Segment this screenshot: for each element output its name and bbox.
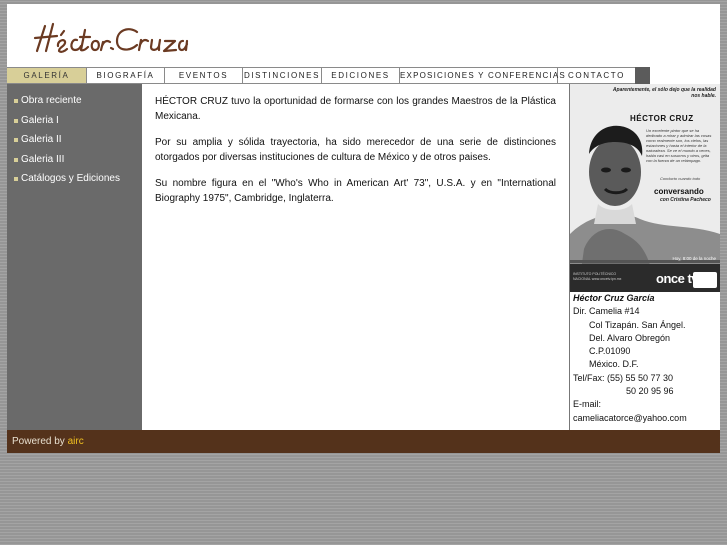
sidebar-item-label: Catálogos y Ediciones [21,173,120,184]
contact-info: Héctor Cruz García Dir. Camelia #14 Col … [570,292,720,425]
contact-phone-2: 50 20 95 96 [626,386,674,397]
poster-host: con Cristina Pacheco [660,197,711,203]
distinctions-paragraph: Por su amplia y sólida trayectoria, ha s… [155,137,556,163]
bullet-icon [14,157,18,162]
powered-by-link[interactable]: airc [68,436,84,447]
contact-phone: Tel/Fax: (55) 55 50 77 30 [573,372,674,383]
bullet-icon [14,99,18,103]
nav-eventos[interactable]: EVENTOS [165,68,243,83]
bullet-icon [14,177,18,181]
sidebar: Obra reciente Galeria I Galeria II Galer… [7,84,142,430]
tv-poster-image: Aparentemente, el sólo dejo que la reali… [570,84,720,292]
hector-cruz-logo[interactable] [33,20,203,56]
contact-address-colony: Col Tizapán. San Ángel. [589,319,686,330]
page-container: GALERÍA BIOGRAFÍA EVENTOS DISTINCIONES E… [7,4,720,453]
nav-ediciones[interactable]: EDICIONES [322,68,400,83]
right-column: Aparentemente, el sólo dejo que la reali… [569,84,720,430]
sidebar-item-label: Obra reciente [21,95,82,106]
poster-name: HÉCTOR CRUZ [630,114,694,123]
footer: Powered by airc [7,430,720,453]
main-content: HÉCTOR CRUZ tuvo la oportunidad de forma… [142,84,569,430]
poster-schedule: Hoy, 8:00 de la noche [672,256,716,261]
contact-city: México. D.F. [589,359,639,370]
nav-galeria[interactable]: GALERÍA [7,68,87,83]
footer-credit: Powered by airc [12,436,84,447]
sidebar-item-label: Galeria III [21,153,65,165]
poster-top-caption: Aparentemente, el sólo dejo que la reali… [612,87,716,99]
sidebar-item-label: Galeria II [21,134,62,145]
contact-address-street: Dir. Camelia #14 [573,306,640,317]
bullet-icon [14,118,18,123]
contact-postal-code: C.P.01090 [589,346,631,357]
poster-description: Un excelente pintor que se ha dedicado a… [646,128,712,163]
bullet-icon [14,138,18,142]
nav-end-block [635,67,650,84]
nav-exposiciones-conferencias[interactable]: EXPOSICIONES Y CONFERENCIAS [400,68,565,83]
poster-show-title: conversando [654,187,704,196]
sidebar-item-galeria-1[interactable]: Galeria I [7,111,142,131]
contact-name: Héctor Cruz García [573,293,655,303]
contact-email-label: E-mail: [573,399,602,410]
contact-address-delegation: Del. Alvaro Obregón [589,332,671,343]
sidebar-item-obra-reciente[interactable]: Obra reciente [7,91,142,111]
sidebar-item-galeria-3[interactable]: Galeria III [7,150,142,170]
header [7,4,720,67]
poster-quote: Conducto cuando todo [660,176,701,181]
intro-paragraph: HÉCTOR CRUZ tuvo la oportunidad de forma… [155,96,556,122]
sidebar-item-galeria-2[interactable]: Galeria II [7,130,142,150]
nav-biografia[interactable]: BIOGRAFÍA [87,68,165,83]
nav-distinciones[interactable]: DISTINCIONES [243,68,322,83]
once-tv-logo: once tv [656,271,699,286]
nav-contacto[interactable]: CONTACTO [558,68,635,83]
main-nav: GALERÍA BIOGRAFÍA EVENTOS DISTINCIONES E… [7,67,649,84]
poster-institute: INSTITUTO POLITÉCNICO NACIONAL www.oncet… [573,272,622,281]
powered-by-label: Powered by [12,436,65,447]
sidebar-item-catalogos[interactable]: Catálogos y Ediciones [7,169,142,189]
whos-who-paragraph: Su nombre figura en el "Who's Who in Ame… [155,178,556,204]
sidebar-item-label: Galeria I [21,114,59,126]
contact-email-link[interactable]: cameliacatorce@yahoo.com [573,412,720,425]
